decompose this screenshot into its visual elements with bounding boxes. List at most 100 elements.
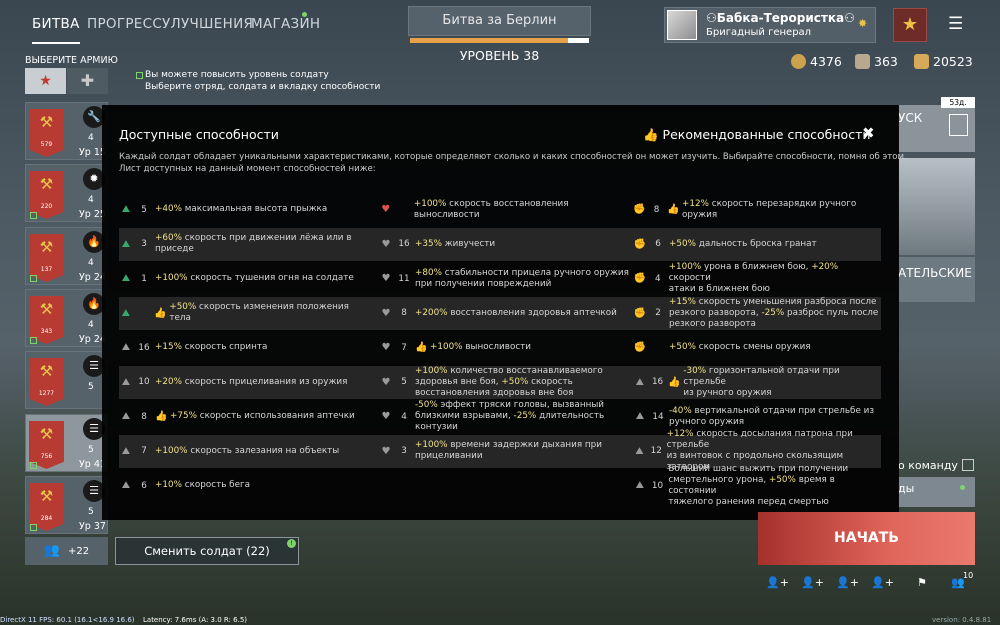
heart-icon: ♥: [381, 411, 391, 422]
battle-selector[interactable]: Битва за Берлин: [408, 6, 591, 36]
modal-description-2: Лист доступных на данный момент способно…: [119, 164, 376, 174]
ability-text: +100% выносливости: [430, 342, 532, 352]
squad-card[interactable]: ⚒ 220 ✹ 4 Ур 25: [25, 164, 108, 222]
ability-text: +10% скорость бега: [155, 480, 251, 490]
ability-count: 16: [138, 342, 150, 353]
ability-item[interactable]: ♥ +100% скорость восстановления выносливо…: [379, 193, 629, 226]
ability-item[interactable]: ⛰ 5 +40% максимальная высота прыжка: [119, 193, 369, 226]
ability-item[interactable]: ⛰ 16 👍 -30% горизонтальной отдачи при стрел…: [633, 366, 881, 399]
start-button[interactable]: НАЧАТЬ: [758, 512, 975, 565]
ability-item[interactable]: ♥ 7 👍 +100% выносливости: [379, 331, 629, 364]
ability-count: 7: [141, 446, 147, 456]
ability-count: 8: [401, 308, 407, 318]
army-tab-ussr[interactable]: ★: [25, 68, 66, 94]
ability-text: +75% скорость использования аптечки: [170, 411, 355, 421]
add-friend-icon[interactable]: 👤+: [836, 576, 859, 589]
flag-icon[interactable]: ⚑: [917, 576, 927, 589]
ability-text: +12% скорость перезарядки ручного оружия: [682, 198, 857, 220]
ability-count: 4: [654, 273, 661, 284]
close-icon[interactable]: ✖: [862, 124, 875, 142]
add-friend-icon[interactable]: 👤+: [766, 576, 789, 589]
change-soldier-button[interactable]: Сменить солдат (22): [115, 537, 299, 565]
ability-text: +50% скорость изменения положения тела: [169, 302, 349, 323]
ability-item[interactable]: ♥ 5 +100% количество восстанавливаемого зд…: [379, 366, 629, 399]
upgrade-marker: [30, 275, 37, 282]
ability-item[interactable]: ✊ 2 +15% скорость уменьшения разброса посл…: [633, 297, 881, 330]
ability-item[interactable]: ⛰ 3 +60% скорость при движении лёжа или в …: [119, 228, 369, 261]
reserve-count: +22: [68, 546, 90, 557]
fist-icon: ✊: [633, 307, 647, 319]
gold-amount: 20523: [933, 54, 973, 69]
ability-text: +100% урона в ближнем бою, +20% скорости…: [668, 262, 839, 294]
ability-item[interactable]: ⛰ 7 +100% скорость залезания на объекты: [119, 435, 369, 468]
event-timer: 53д.: [941, 97, 975, 108]
ability-icon: ⛰: [121, 376, 131, 388]
avatar: [667, 10, 697, 40]
thumbs-up-icon: 👍: [668, 376, 681, 388]
tab-shop[interactable]: МАГАЗИН: [251, 16, 320, 32]
ability-item[interactable]: ⛰ 1 +100% скорость тушения огня на солдате: [119, 262, 369, 295]
squad-flag: ⚒: [29, 358, 64, 406]
army-tab-germany[interactable]: ✚: [67, 68, 108, 94]
ability-text: +100% скорость залезания на объекты: [155, 445, 340, 456]
ability-row: ⛰ 6 +10% скорость бега ⛰ 10 Больший шанс выжи…: [119, 464, 881, 507]
squad-card[interactable]: ⚒ 579 🔧 4 Ур 15: [25, 102, 108, 160]
ability-item[interactable]: ⛰ 16 +15% скорость спринта: [119, 331, 369, 364]
squad-card-selected[interactable]: ⚒ 756 ☰ 5 Ур 41: [25, 414, 108, 472]
ability-item[interactable]: ⛰ 10 +20% скорость прицеливания из оружия: [119, 366, 369, 399]
ability-icon: ⛰: [635, 445, 644, 457]
coin-icon: [791, 54, 806, 69]
ability-item[interactable]: ♥ 8 +200% восстановления здоровья аптечкой: [379, 297, 629, 330]
ability-count: 3: [401, 446, 407, 456]
add-friend-icon[interactable]: 👤+: [801, 576, 824, 589]
squad-number: 1277: [38, 390, 55, 397]
ability-item[interactable]: ✊ 6 +50% дальность броска гранат: [633, 228, 881, 261]
ability-item[interactable]: ♥ 4 -50% эффект тряски головы, вызванный б…: [379, 400, 629, 433]
ability-item[interactable]: ⛰ 8 👍 +75% скорость использования аптечки: [119, 400, 369, 433]
ability-count: 6: [141, 480, 147, 491]
orders-amount: 363: [874, 54, 898, 69]
ability-icon: ⛰: [635, 376, 645, 388]
squad-card[interactable]: ⚒ 343 🔥 4 Ур 24: [25, 289, 108, 347]
ability-row: ⛰ 16 +15% скорость спринта ♥ 7 👍 +100% выносли…: [119, 331, 881, 364]
ability-item[interactable]: ♥ 11 +80% стабильности прицела ручного ору…: [379, 262, 629, 295]
menu-icon[interactable]: ☰: [948, 14, 963, 34]
tab-battle[interactable]: БИТВА: [32, 16, 80, 44]
squad-card[interactable]: ⚒ 1277 ☰ 5: [25, 351, 108, 409]
player-name: ⚇Бабка-Терористка⚇: [706, 11, 855, 25]
player-rank: Бригадный генерал: [706, 27, 812, 38]
rank-badge-icon[interactable]: ★: [893, 8, 927, 42]
shop-notification-dot: [302, 12, 307, 17]
ability-item[interactable]: ✊ +50% скорость смены оружия: [633, 331, 881, 364]
add-friend-icon[interactable]: 👤+: [871, 576, 894, 589]
squad-flag: ⚒: [29, 109, 64, 157]
modal-description: Каждый солдат обладает уникальными харак…: [119, 152, 907, 162]
recommended-text: Рекомендованные способности: [662, 127, 871, 142]
reserve-soldiers-button[interactable]: 👥 +22: [25, 537, 108, 565]
ability-row: ⛰ 5 +40% максимальная высота прыжка ♥ +100% …: [119, 193, 881, 226]
gold-icon: [914, 54, 929, 69]
thumbs-up-icon: 👍: [155, 411, 168, 422]
ability-item[interactable]: ♥ 3 +100% времени задержки дыхания при при…: [379, 435, 629, 468]
ability-item[interactable]: ⛰ 6 +10% скорость бега: [119, 469, 369, 502]
ability-item[interactable]: ♥ 16 +35% живучести: [379, 228, 629, 261]
ability-item[interactable]: ⛰ 👍 +50% скорость изменения положения тела: [119, 297, 369, 330]
team-checkbox[interactable]: [962, 459, 974, 471]
squad-card[interactable]: ⚒ 284 ☰ 5 Ур 37: [25, 476, 108, 534]
ability-text: +15% скорость уменьшения разброса после …: [669, 296, 879, 329]
latency-readout: Latency: 7.6ms (A: 3.0 R: 6.5): [143, 616, 247, 624]
ability-text: +100% скорость тушения огня на солдате: [155, 273, 354, 283]
close-box-icon[interactable]: [949, 114, 968, 136]
ability-count: 4: [401, 411, 407, 422]
ability-text: +200% восстановления здоровья аптечкой: [415, 307, 617, 318]
tab-upgrades[interactable]: УЛУЧШЕНИЯ: [162, 16, 253, 32]
squad-card[interactable]: ⚒ 137 🔥 4 Ур 24: [25, 227, 108, 285]
ability-count: 10: [651, 480, 664, 491]
orders-icon: [855, 54, 870, 69]
tab-progress[interactable]: ПРОГРЕСС: [87, 16, 162, 32]
ability-item[interactable]: ✊ 8 👍 +12% скорость перезарядки ручного ору…: [633, 193, 881, 226]
ability-item[interactable]: ⛰ 10 Больший шанс выжить при получении сме…: [633, 464, 881, 507]
ability-text: -40% вертикальной отдачи при стрельбе из…: [669, 405, 875, 427]
ability-text: Больший шанс выжить при получении смерте…: [668, 463, 849, 507]
ability-item[interactable]: ✊ 4 +100% урона в ближнем бою, +20% скорос…: [633, 262, 881, 295]
